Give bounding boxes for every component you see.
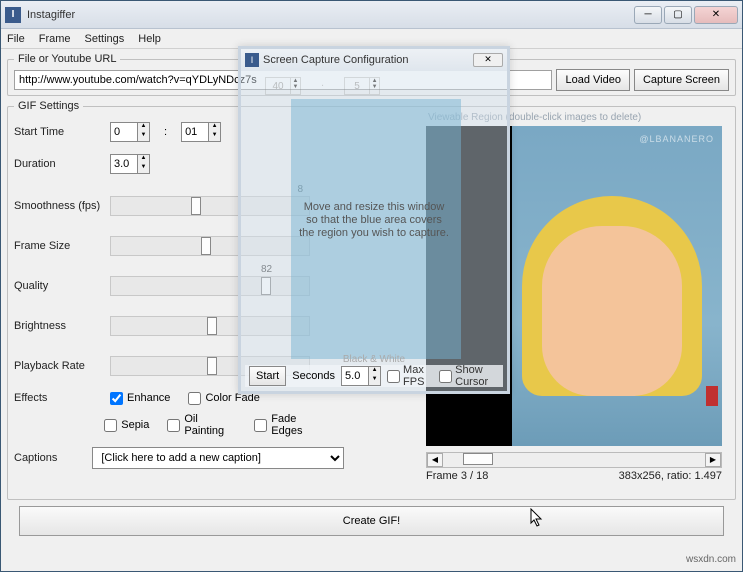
capture-dialog[interactable]: I Screen Capture Configuration ✕ ▲▼ . ▲▼… [238,46,510,394]
start-min-spinner[interactable]: ▲▼ [110,122,150,142]
start-time-label: Start Time [14,126,110,138]
menu-frame[interactable]: Frame [39,33,71,45]
preview-image: @LBANANERO [512,126,722,446]
dialog-bottom-bar: Start Seconds ▲▼ Max FPS Show Cursor [245,365,503,387]
menu-help[interactable]: Help [138,33,161,45]
preview-watermark: @LBANANERO [639,134,714,144]
app-window: I Instagiffer ─ ▢ ✕ File Frame Settings … [0,0,743,572]
showcursor-checkbox[interactable]: Show Cursor [439,364,499,388]
dialog-app-icon: I [245,53,259,67]
close-button[interactable]: ✕ [694,6,738,24]
duration-spinner[interactable]: ▲▼ [110,154,150,174]
smoothness-label: Smoothness (fps) [14,200,110,212]
fadeedges-checkbox[interactable]: Fade Edges [254,413,326,437]
menu-settings[interactable]: Settings [85,33,125,45]
load-video-button[interactable]: Load Video [556,69,629,91]
maxfps-checkbox[interactable]: Max FPS [387,364,433,388]
ghost-spinner-b[interactable]: ▲▼ [344,77,380,95]
playback-label: Playback Rate [14,360,110,372]
duration-label: Duration [14,158,110,170]
menu-file[interactable]: File [7,33,25,45]
dialog-close-button[interactable]: ✕ [473,53,503,67]
dialog-titlebar[interactable]: I Screen Capture Configuration ✕ [241,49,507,71]
sepia-checkbox[interactable]: Sepia [104,419,149,432]
captions-label: Captions [14,452,92,464]
minimize-button[interactable]: ─ [634,6,662,24]
seconds-spinner[interactable]: ▲▼ [341,366,381,386]
frame-size-label: Frame Size [14,240,110,252]
captions-select[interactable]: [Click here to add a new caption] [92,447,344,469]
gif-legend: GIF Settings [14,100,83,112]
brightness-label: Brightness [14,320,110,332]
time-colon: : [164,126,167,138]
dialog-start-button[interactable]: Start [249,366,286,386]
frame-scrollbar[interactable]: ◀ ▶ [426,452,722,468]
dialog-title: Screen Capture Configuration [263,54,473,66]
start-sec-spinner[interactable]: ▲▼ [181,122,221,142]
dialog-body: ▲▼ . ▲▼ Move and resize this window so t… [241,71,507,391]
scroll-thumb[interactable] [463,453,493,465]
enhance-checkbox[interactable]: Enhance [110,392,170,405]
oil-checkbox[interactable]: Oil Painting [167,413,236,437]
titlebar[interactable]: I Instagiffer ─ ▢ ✕ [1,1,742,29]
window-title: Instagiffer [27,9,634,21]
effects-label: Effects [14,392,110,404]
quality-label: Quality [14,280,110,292]
scroll-left-icon[interactable]: ◀ [427,453,443,467]
seconds-label: Seconds [292,370,335,382]
maximize-button[interactable]: ▢ [664,6,692,24]
dialog-instructions: Move and resize this window so that the … [241,201,507,240]
ghost-spinner-a[interactable]: ▲▼ [265,77,301,95]
dims-status: 383x256, ratio: 1.497 [619,470,722,482]
create-gif-button[interactable]: Create GIF! [19,506,724,536]
scroll-right-icon[interactable]: ▶ [705,453,721,467]
capture-screen-button[interactable]: Capture Screen [634,69,729,91]
app-icon: I [5,7,21,23]
site-watermark: wsxdn.com [686,554,736,565]
frame-status: Frame 3 / 18 [426,470,488,482]
url-legend: File or Youtube URL [14,53,120,65]
